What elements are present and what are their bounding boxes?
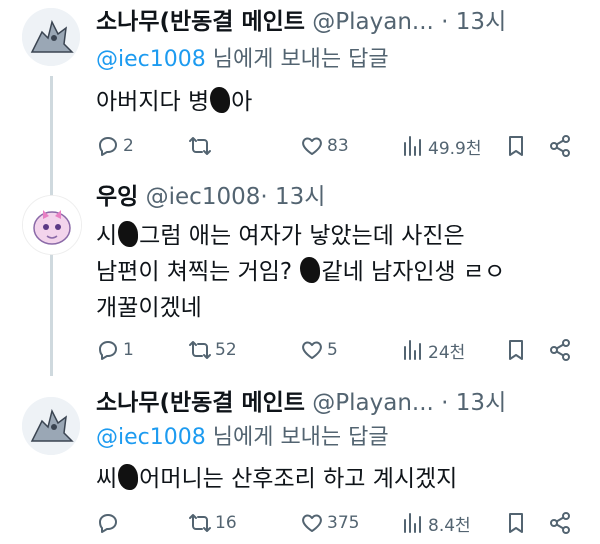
reply-icon <box>99 341 117 360</box>
user-handle[interactable]: @iec1008 <box>146 184 261 210</box>
like-button[interactable]: 375 <box>300 508 359 538</box>
heart-icon <box>302 341 322 359</box>
text-segment: 남편이 쳐찍는 거임? <box>96 259 300 285</box>
views-count: 24천 <box>428 342 466 363</box>
retweet-count: 16 <box>215 513 237 533</box>
censor-mark <box>118 221 139 247</box>
text-segment: 같네 남자인생 ㄹㅇ <box>321 259 506 285</box>
reply-count: 2 <box>123 136 134 156</box>
censor-mark <box>300 257 321 283</box>
views-icon <box>404 513 421 533</box>
avatar[interactable] <box>22 397 80 455</box>
share-button[interactable] <box>548 335 572 365</box>
action-bar: 2 83 49.9천 <box>96 131 576 161</box>
retweet-count: 52 <box>215 340 237 360</box>
tweet-text: 시 그럼 애는 여자가 낳았는데 사진은 남편이 쳐찍는 거임? 같네 남자인생 … <box>96 218 576 326</box>
text-segment: 어머니는 산후조리 하고 계시겠지 <box>139 466 458 492</box>
share-icon <box>550 339 570 361</box>
user-handle[interactable]: @Playan... <box>312 9 434 35</box>
reply-icon <box>99 137 117 156</box>
censor-mark <box>210 87 231 113</box>
text-segment: 씨 <box>96 466 118 492</box>
text-segment: 시 <box>96 223 118 249</box>
avatar[interactable] <box>22 8 80 66</box>
bookmark-button[interactable] <box>504 131 528 161</box>
separator: · <box>441 9 449 35</box>
action-bar: 1 52 5 24천 <box>96 335 576 365</box>
bookmark-icon <box>509 513 523 533</box>
retweet-button[interactable]: 16 <box>188 508 237 538</box>
bookmark-button[interactable] <box>504 335 528 365</box>
separator: · <box>260 184 268 210</box>
share-icon <box>550 512 570 534</box>
views-icon <box>404 340 421 360</box>
retweet-icon <box>189 341 211 359</box>
views-button[interactable]: 8.4천 <box>401 508 471 538</box>
retweet-icon <box>189 137 211 155</box>
retweet-button[interactable]: 52 <box>188 335 237 365</box>
bookmark-icon <box>509 136 523 156</box>
reply-button[interactable] <box>96 508 123 538</box>
retweet-icon <box>189 514 211 532</box>
display-name[interactable]: 우잉 <box>96 184 138 210</box>
tweet-header: 소나무(반동결 메인트 @Playan... · 13시 <box>96 6 506 38</box>
reply-button[interactable]: 2 <box>96 131 134 161</box>
timestamp[interactable]: 13시 <box>275 184 325 210</box>
views-count: 8.4천 <box>428 515 471 536</box>
tweet-text: 아버지다 병 아 <box>96 84 576 120</box>
text-segment: 아버지다 병 <box>96 89 210 115</box>
like-count: 83 <box>327 136 349 156</box>
share-button[interactable] <box>548 508 572 538</box>
replying-to: @iec1008 님에게 보내는 답글 <box>96 45 389 75</box>
retweet-button[interactable] <box>188 131 215 161</box>
views-button[interactable]: 49.9천 <box>401 131 482 161</box>
mention-link[interactable]: @iec1008 <box>96 47 206 72</box>
like-count: 375 <box>327 513 360 533</box>
text-segment: 아 <box>231 89 253 115</box>
bookmark-icon <box>509 340 523 360</box>
views-icon <box>404 136 421 156</box>
heart-icon <box>302 514 322 532</box>
timestamp[interactable]: 13시 <box>456 390 506 416</box>
like-button[interactable]: 5 <box>300 335 338 365</box>
display-name[interactable]: 소나무(반동결 메인트 <box>96 390 305 416</box>
timestamp[interactable]: 13시 <box>456 9 506 35</box>
display-name[interactable]: 소나무(반동결 메인트 <box>96 9 305 35</box>
mention-link[interactable]: @iec1008 <box>96 425 206 450</box>
user-handle[interactable]: @Playan... <box>312 390 434 416</box>
reply-count: 1 <box>123 340 134 360</box>
separator: · <box>441 390 449 416</box>
replying-to: @iec1008 님에게 보내는 답글 <box>96 423 389 453</box>
reply-icon <box>99 514 117 533</box>
bookmark-button[interactable] <box>504 508 528 538</box>
reply-to-label: 님에게 보내는 답글 <box>205 47 389 72</box>
action-bar: 16 375 8.4천 <box>96 508 576 538</box>
text-segment: 그럼 애는 여자가 낳았는데 사진은 <box>139 223 465 249</box>
share-button[interactable] <box>548 131 572 161</box>
tweet-header: 소나무(반동결 메인트 @Playan... · 13시 <box>96 387 506 419</box>
like-button[interactable]: 83 <box>300 131 349 161</box>
tweet-text: 씨 어머니는 산후조리 하고 계시겠지 <box>96 461 576 497</box>
share-icon <box>550 135 570 157</box>
tweet-header: 우잉 @iec1008· 13시 <box>96 181 325 213</box>
text-segment: 개꿀이겠네 <box>96 295 202 321</box>
heart-icon <box>302 137 322 155</box>
reply-to-label: 님에게 보내는 답글 <box>205 425 389 450</box>
censor-mark <box>118 464 139 490</box>
like-count: 5 <box>327 340 338 360</box>
views-button[interactable]: 24천 <box>401 335 465 365</box>
reply-button[interactable]: 1 <box>96 335 134 365</box>
avatar[interactable] <box>22 195 82 255</box>
views-count: 49.9천 <box>428 138 482 159</box>
